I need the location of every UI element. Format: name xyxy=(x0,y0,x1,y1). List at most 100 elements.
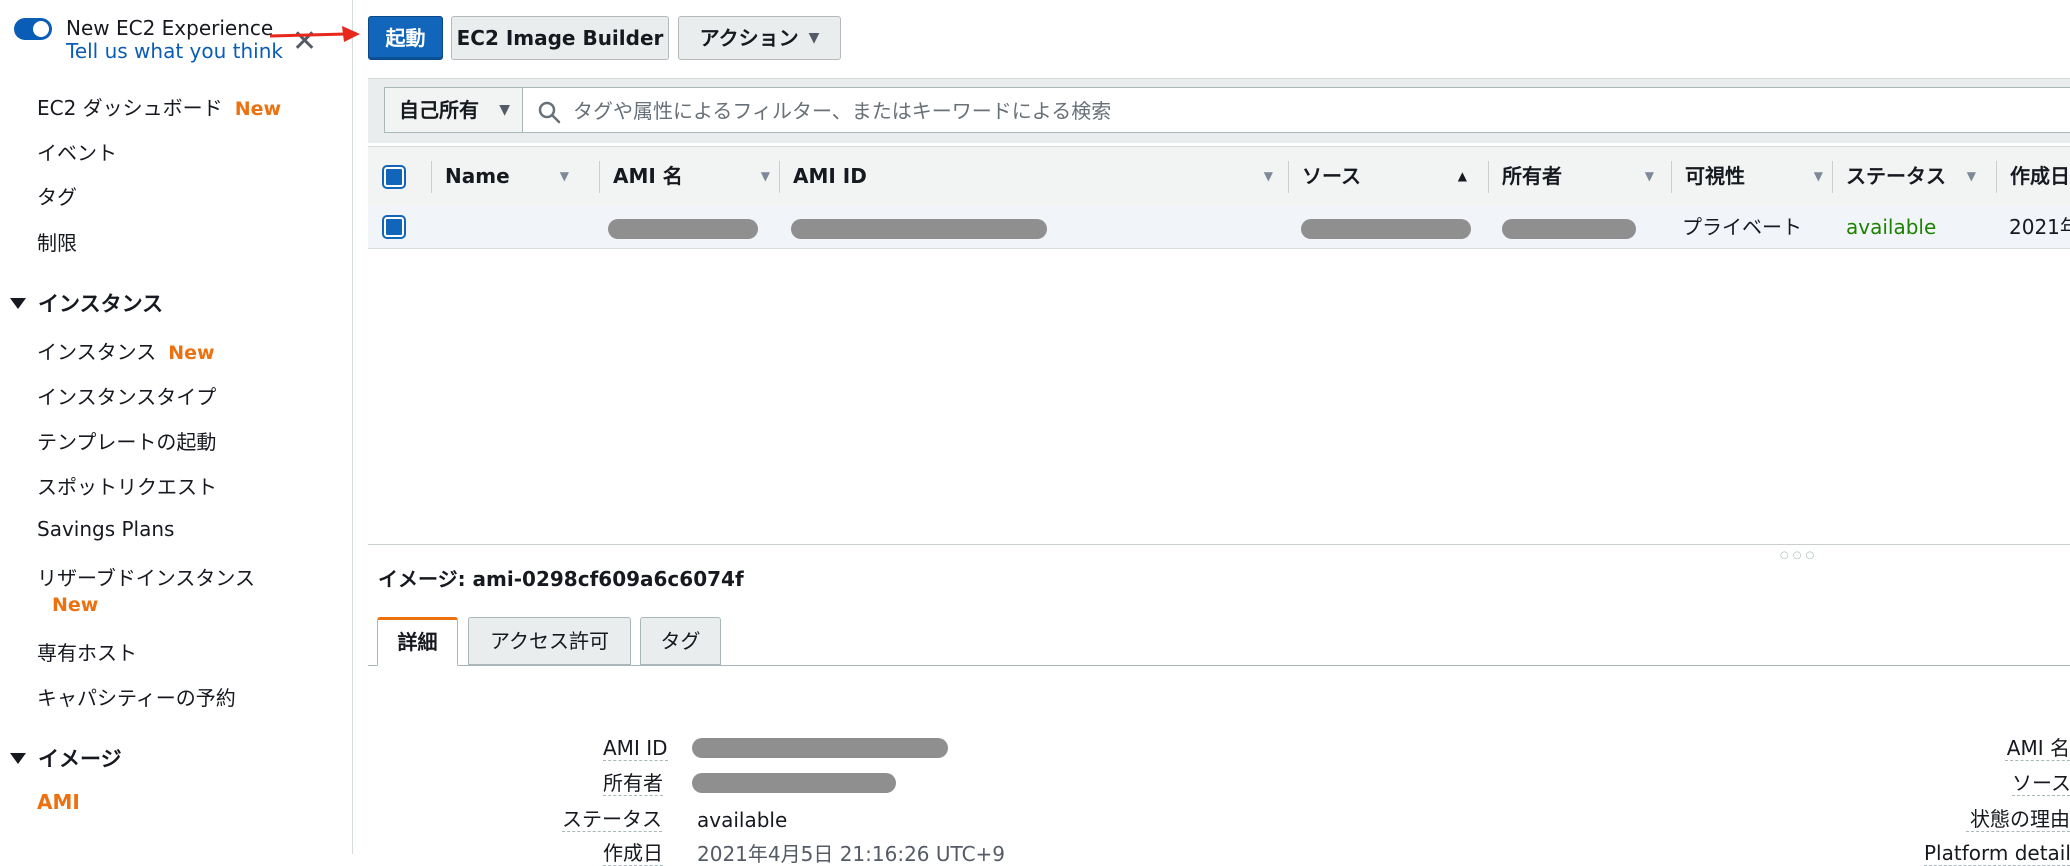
actions-button[interactable]: アクション ▼ xyxy=(678,16,841,60)
filter-bar: 自己所有 ▼ xyxy=(368,78,2070,143)
tab-tags[interactable]: タグ xyxy=(640,617,721,665)
redacted-source xyxy=(1301,219,1471,239)
table-header: Name ▼ AMI 名 ▼ AMI ID ▼ ソース ▲ 所有者 ▼ 可視性 ▼ ステータ… xyxy=(368,146,2070,208)
image-builder-button[interactable]: EC2 Image Builder xyxy=(451,16,669,60)
column-separator xyxy=(431,161,432,193)
tab-permissions[interactable]: アクセス許可 xyxy=(468,617,631,665)
sidebar-item-limits[interactable]: 制限 xyxy=(37,227,77,256)
feedback-link[interactable]: Tell us what you think xyxy=(66,39,283,63)
column-separator xyxy=(1288,161,1289,193)
sort-down-icon: ▼ xyxy=(760,169,770,183)
column-separator xyxy=(1996,161,1997,193)
column-label: ソース xyxy=(1302,164,1361,188)
field-label-ami-name: AMI 名 xyxy=(2005,736,2070,761)
sidebar-item-launch-templates[interactable]: テンプレートの起動 xyxy=(37,426,216,455)
collapse-triangle-icon xyxy=(10,752,26,764)
chevron-down-icon: ▼ xyxy=(499,102,510,118)
detail-title: イメージ: ami-0298cf609a6c6074f xyxy=(378,567,744,591)
new-badge: New xyxy=(52,594,99,616)
column-label: ステータス xyxy=(1846,164,1946,188)
field-label-source: ソース xyxy=(2012,771,2070,796)
column-label: 作成日 xyxy=(2010,164,2070,188)
sidebar-item-tags[interactable]: タグ xyxy=(37,181,77,210)
redacted-ami-id-value xyxy=(692,738,948,758)
column-header-ami-id[interactable]: AMI ID ▼ xyxy=(779,147,1287,207)
tab-details[interactable]: 詳細 xyxy=(377,617,458,666)
chevron-down-icon: ▼ xyxy=(808,29,820,46)
row-checkbox[interactable] xyxy=(384,217,404,237)
field-label-owner: 所有者 xyxy=(603,771,663,796)
column-separator xyxy=(1671,161,1672,193)
sidebar-item-ec2-dashboard[interactable]: EC2 ダッシュボード New xyxy=(37,92,281,121)
sidebar-item-spot-requests[interactable]: スポットリクエスト xyxy=(37,471,217,500)
sort-down-icon: ▼ xyxy=(1966,169,1976,183)
field-value-created: 2021年4月5日 21:16:26 UTC+9 xyxy=(697,842,1006,866)
sidebar-item-ami[interactable]: AMI xyxy=(37,790,80,814)
column-label: 所有者 xyxy=(1502,164,1562,188)
new-experience-label: New EC2 Experience xyxy=(66,16,274,40)
column-header-created[interactable]: 作成日 xyxy=(1996,147,2070,207)
sort-up-icon: ▲ xyxy=(1457,169,1467,183)
column-separator xyxy=(1832,161,1833,193)
created-cell: 2021年 xyxy=(2009,215,2070,239)
sidebar-section-instances[interactable]: インスタンス xyxy=(10,288,163,318)
field-value-status: available xyxy=(697,808,788,832)
sidebar-item-reserved-instances[interactable]: リザーブドインスタンス xyxy=(37,562,255,591)
owner-filter-select[interactable]: 自己所有 ▼ xyxy=(384,87,522,133)
visibility-cell: プライベート xyxy=(1682,215,1802,239)
search-box[interactable] xyxy=(522,87,2070,133)
column-label: AMI ID xyxy=(793,164,867,188)
sidebar-item-instance-types[interactable]: インスタンスタイプ xyxy=(37,381,216,410)
redacted-owner xyxy=(1502,219,1636,239)
sidebar-item-instances[interactable]: インスタンス New xyxy=(37,336,215,365)
sidebar: New EC2 Experience Tell us what you thin… xyxy=(0,0,353,854)
new-badge: New xyxy=(168,342,215,364)
column-header-visibility[interactable]: 可視性 ▼ xyxy=(1671,147,1837,207)
sidebar-item-events[interactable]: イベント xyxy=(37,137,117,166)
resize-handle-icon[interactable]: ○○○ xyxy=(1780,550,1818,561)
redacted-ami-id xyxy=(791,219,1047,239)
column-separator xyxy=(599,161,600,193)
sort-down-icon: ▼ xyxy=(1813,169,1823,183)
sidebar-item-label: インスタンス xyxy=(37,340,157,364)
section-title: インスタンス xyxy=(38,292,164,316)
redacted-owner-value xyxy=(692,773,896,793)
section-title: イメージ xyxy=(38,747,122,771)
collapse-triangle-icon xyxy=(10,297,26,309)
column-label: AMI 名 xyxy=(613,164,683,188)
column-header-ami-name[interactable]: AMI 名 ▼ xyxy=(599,147,784,207)
column-separator xyxy=(779,161,780,193)
owner-filter-value: 自己所有 xyxy=(399,98,479,122)
column-header-source[interactable]: ソース ▲ xyxy=(1288,147,1481,207)
launch-button[interactable]: 起動 xyxy=(368,16,443,60)
table-row[interactable]: プライベート available 2021年 xyxy=(368,206,2070,249)
search-input[interactable] xyxy=(571,94,1975,128)
column-header-owner[interactable]: 所有者 ▼ xyxy=(1488,147,1668,207)
sidebar-item-savings-plans[interactable]: Savings Plans xyxy=(37,517,174,541)
sidebar-item-dedicated-hosts[interactable]: 専有ホスト xyxy=(37,637,137,666)
sidebar-item-capacity-reservations[interactable]: キャパシティーの予約 xyxy=(37,682,236,711)
new-badge: New xyxy=(234,98,282,120)
column-label: Name xyxy=(445,164,510,188)
tabs-divider xyxy=(368,665,2070,666)
sort-down-icon: ▼ xyxy=(1263,169,1273,183)
column-separator xyxy=(1488,161,1489,193)
column-header-status[interactable]: ステータス ▼ xyxy=(1832,147,1990,207)
sort-down-icon: ▼ xyxy=(559,169,569,183)
sidebar-item-label: EC2 ダッシュボード xyxy=(37,96,223,120)
search-icon xyxy=(538,101,561,124)
column-header-name[interactable]: Name ▼ xyxy=(431,147,583,207)
status-cell: available xyxy=(1846,215,1937,239)
field-label-ami-id: AMI ID xyxy=(603,736,668,761)
panel-splitter[interactable] xyxy=(368,544,2070,545)
redacted-ami-name xyxy=(608,219,758,239)
sort-down-icon: ▼ xyxy=(1644,169,1654,183)
select-all-checkbox[interactable] xyxy=(384,167,404,187)
new-experience-toggle[interactable] xyxy=(14,18,52,40)
toggle-knob xyxy=(33,21,49,37)
annotation-arrow-icon xyxy=(270,26,360,42)
sidebar-section-images[interactable]: イメージ xyxy=(10,743,122,773)
field-label-state-reason: 状態の理由 xyxy=(1966,807,2070,832)
field-label-status: ステータス xyxy=(562,807,662,832)
actions-label: アクション xyxy=(699,26,799,50)
